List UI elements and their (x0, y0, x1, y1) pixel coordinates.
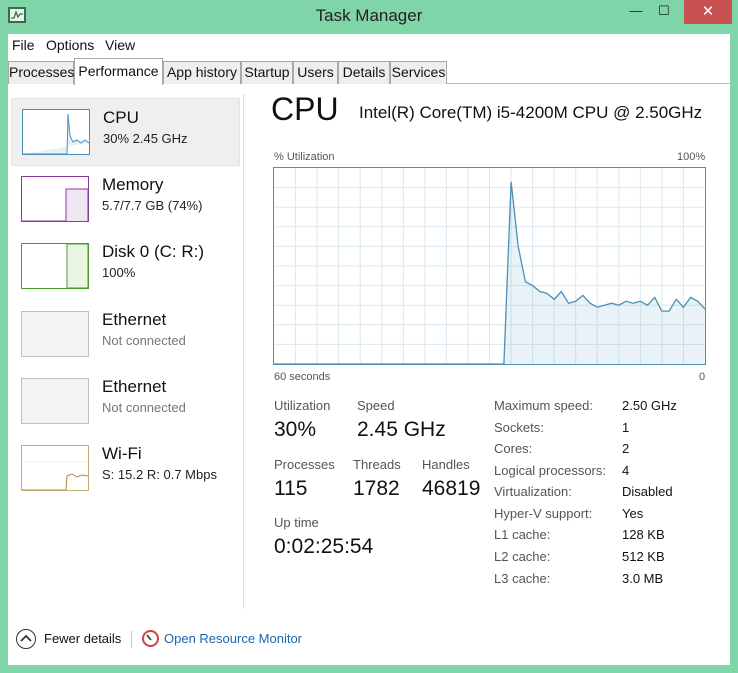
speed-label: Speed (357, 398, 395, 413)
spec-label: Maximum speed: (494, 398, 593, 413)
sidebar-item-detail: S: 15.2 R: 0.7 Mbps (102, 467, 217, 482)
disk-thumbnail-graph (21, 243, 89, 289)
tab-details[interactable]: Details (338, 61, 390, 84)
minimize-button[interactable]: — (622, 0, 650, 24)
x-axis-left-label: 60 seconds (274, 371, 331, 383)
spec-label: Hyper-V support: (494, 506, 593, 521)
spec-value: 2.50 GHz (622, 398, 677, 413)
spec-label: L1 cache: (494, 527, 551, 542)
utilization-label: Utilization (274, 398, 331, 413)
sidebar-item-ethernet-2[interactable]: Ethernet Not connected (11, 368, 240, 436)
spec-value: Yes (622, 506, 644, 521)
menu-options[interactable]: Options (46, 37, 94, 53)
sidebar-item-memory[interactable]: Memory 5.7/7.7 GB (74%) (11, 166, 240, 234)
y-axis-max-label: 100% (677, 151, 706, 163)
wifi-thumbnail-graph (21, 445, 89, 491)
y-axis-label: % Utilization (274, 151, 335, 163)
sidebar-item-detail: 5.7/7.7 GB (74%) (102, 198, 203, 213)
spec-label: Logical processors: (494, 463, 606, 478)
spec-value: 512 KB (622, 549, 665, 564)
chevron-up-icon[interactable] (16, 629, 36, 649)
open-resource-monitor-link[interactable]: Open Resource Monitor (164, 631, 302, 646)
spec-label: L3 cache: (494, 571, 551, 586)
processes-value: 115 (274, 477, 308, 500)
speed-value: 2.45 GHz (357, 418, 446, 441)
footer-separator (131, 631, 132, 648)
utilization-value: 30% (274, 418, 317, 441)
sidebar-item-disk[interactable]: Disk 0 (C: R:) 100% (11, 233, 240, 301)
footer-bar: Fewer details Open Resource Monitor (8, 621, 730, 657)
fewer-details-button[interactable]: Fewer details (44, 631, 121, 646)
tab-processes[interactable]: Processes (8, 61, 74, 84)
threads-label: Threads (353, 457, 401, 472)
maximize-button[interactable]: ☐ (650, 0, 678, 24)
spec-value: 4 (622, 463, 630, 478)
menu-file[interactable]: File (12, 37, 35, 53)
menu-view[interactable]: View (105, 37, 135, 53)
tab-app-history[interactable]: App history (163, 61, 241, 84)
wifi-receive-value: 0.7 Mbps (163, 467, 217, 482)
spec-label: Virtualization: (494, 484, 572, 499)
sidebar-item-label: Memory (102, 175, 164, 194)
sidebar-item-label: Ethernet (102, 377, 167, 396)
spec-value: 128 KB (622, 527, 665, 542)
spec-value: 3.0 MB (622, 571, 664, 586)
sidebar-item-detail: 100% (102, 265, 136, 280)
wifi-send-label: S: (102, 467, 115, 482)
sidebar-item-detail: 30% 2.45 GHz (103, 131, 188, 146)
cpu-detail-panel: CPU Intel(R) Core(TM) i5-4200M CPU @ 2.5… (246, 85, 730, 605)
tab-users[interactable]: Users (293, 61, 338, 84)
handles-value: 46819 (422, 477, 481, 500)
close-button[interactable]: ✕ (684, 0, 732, 24)
menu-bar: File Options View (8, 34, 730, 56)
cpu-model-name: Intel(R) Core(TM) i5-4200M CPU @ 2.50GHz (359, 103, 703, 122)
x-axis-right-label: 0 (699, 371, 706, 383)
sidebar-item-label: CPU (103, 108, 139, 127)
sidebar-item-label: Disk 0 (C: R:) (102, 242, 204, 261)
task-manager-window: Task Manager — ☐ ✕ File Options View Pro… (0, 0, 738, 673)
tab-services[interactable]: Services (390, 61, 447, 84)
ethernet-thumbnail-graph (21, 378, 89, 424)
cpu-thumbnail-graph (22, 109, 90, 155)
threads-value: 1782 (353, 477, 400, 500)
page-title: CPU (271, 91, 339, 127)
title-bar[interactable]: Task Manager — ☐ ✕ (0, 0, 738, 34)
sidebar-item-ethernet-1[interactable]: Ethernet Not connected (11, 301, 240, 369)
sidebar-item-label: Wi-Fi (102, 444, 142, 463)
sidebar-item-cpu[interactable]: CPU 30% 2.45 GHz (11, 98, 240, 166)
sidebar-item-detail: Not connected (102, 400, 186, 415)
resource-sidebar: CPU 30% 2.45 GHz Memory 5.7/7.7 GB (74%)… (8, 85, 244, 605)
spec-value: 2 (622, 441, 630, 456)
handles-label: Handles (422, 457, 470, 472)
spec-label: L2 cache: (494, 549, 551, 564)
spec-value: Disabled (622, 484, 673, 499)
resource-monitor-icon[interactable] (142, 630, 159, 647)
spec-label: Cores: (494, 441, 533, 456)
uptime-label: Up time (274, 515, 319, 530)
tab-startup[interactable]: Startup (241, 61, 293, 84)
tab-performance[interactable]: Performance (74, 58, 163, 85)
memory-thumbnail-graph (21, 176, 89, 222)
sidebar-divider (243, 94, 244, 609)
sidebar-item-label: Ethernet (102, 310, 167, 329)
uptime-value: 0:02:25:54 (274, 535, 374, 558)
sidebar-item-wifi[interactable]: Wi-Fi S: 15.2 R: 0.7 Mbps (11, 435, 240, 503)
tab-strip: Processes Performance App history Startu… (8, 56, 730, 85)
wifi-send-value: 15.2 (117, 467, 144, 482)
wifi-receive-label: R: (146, 467, 160, 482)
cpu-utilization-graph (273, 167, 706, 365)
spec-value: 1 (622, 420, 630, 435)
sidebar-item-detail: Not connected (102, 333, 186, 348)
processes-label: Processes (274, 457, 335, 472)
window-client-area: File Options View Processes Performance … (8, 34, 730, 665)
spec-label: Sockets: (494, 420, 544, 435)
ethernet-thumbnail-graph (21, 311, 89, 357)
